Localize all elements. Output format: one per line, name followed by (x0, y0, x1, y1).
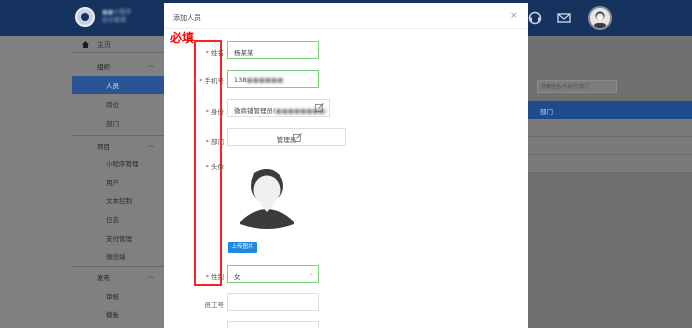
headset-icon[interactable] (528, 11, 542, 25)
employee-no-label: 员工号 (204, 301, 225, 309)
chevron-up-icon: ︿ (148, 62, 155, 69)
chevron-up-icon: ︿ (148, 273, 155, 280)
sidebar-item-logs[interactable]: 日志 (106, 214, 119, 224)
edit-icon[interactable] (293, 133, 302, 142)
sidebar-group-project[interactable]: 项目 (97, 141, 110, 151)
sidebar-group-publish[interactable]: 发布 (97, 272, 110, 282)
chevron-up-icon: ︿ (148, 142, 155, 149)
avatar-label: * 头像 (205, 163, 224, 171)
edit-icon[interactable] (315, 103, 324, 112)
chevron-down-icon: ⌄ (309, 270, 315, 277)
required-annotation: 必填 (170, 31, 195, 45)
app-brand: ■■小程序 后台管理 (102, 9, 132, 24)
user-avatar-icon (594, 11, 606, 28)
sidebar-item-review[interactable]: 审核 (106, 291, 119, 301)
next-field-input[interactable] (227, 321, 319, 328)
sidebar-item-home[interactable]: 主页 (97, 40, 111, 50)
sidebar-item-position[interactable]: 岗位 (106, 99, 119, 109)
dept-label: * 部门 (205, 138, 224, 146)
phone-label: * 手机号 (199, 77, 224, 85)
sidebar-item-users[interactable]: 用户 (106, 177, 119, 187)
gender-label: * 性别 (205, 273, 224, 281)
sidebar-item-template[interactable]: 模板 (106, 309, 119, 319)
sidebar-item-text-control[interactable]: 文本控制 (106, 195, 132, 205)
search-input[interactable]: 搜索姓名/手机号/部门 (537, 80, 617, 93)
modal-title: 添加人员 (173, 14, 201, 22)
app-logo (75, 7, 95, 27)
sidebar-group-org[interactable]: 组织 (97, 61, 110, 71)
sidebar-item-wechat[interactable]: 微信端 (106, 251, 126, 261)
divider (164, 28, 528, 29)
name-label: * 姓名 (205, 49, 224, 57)
upload-image-button[interactable]: 上传图片 (228, 242, 257, 253)
employee-no-input[interactable] (227, 293, 319, 311)
table-row[interactable] (527, 119, 692, 137)
close-icon[interactable]: × (510, 11, 518, 21)
gender-select[interactable]: 女 (227, 265, 319, 283)
user-avatar[interactable] (588, 6, 612, 30)
name-input[interactable]: 杨某某 (227, 41, 319, 59)
table-row[interactable] (527, 137, 692, 155)
sidebar-item-department[interactable]: 部门 (106, 118, 119, 128)
sidebar-item-payment[interactable]: 支付管理 (106, 233, 132, 243)
sidebar-item-staff[interactable]: 人员 (106, 80, 119, 90)
home-icon (82, 41, 89, 48)
add-staff-modal: 添加人员 × 必填 * 姓名 杨某某 * 手机号 138■■■■■■ * 身份 … (164, 3, 528, 328)
table-header: 部门 (527, 101, 692, 119)
role-label: * 身份 (205, 108, 224, 116)
dept-field[interactable]: 管理员 (227, 128, 346, 146)
phone-input[interactable]: 138■■■■■■ (227, 70, 319, 88)
mail-icon[interactable] (557, 11, 571, 25)
avatar-placeholder-icon (235, 162, 299, 229)
table-row[interactable] (527, 155, 692, 173)
sidebar-item-miniapp[interactable]: 小程序管理 (106, 158, 139, 168)
